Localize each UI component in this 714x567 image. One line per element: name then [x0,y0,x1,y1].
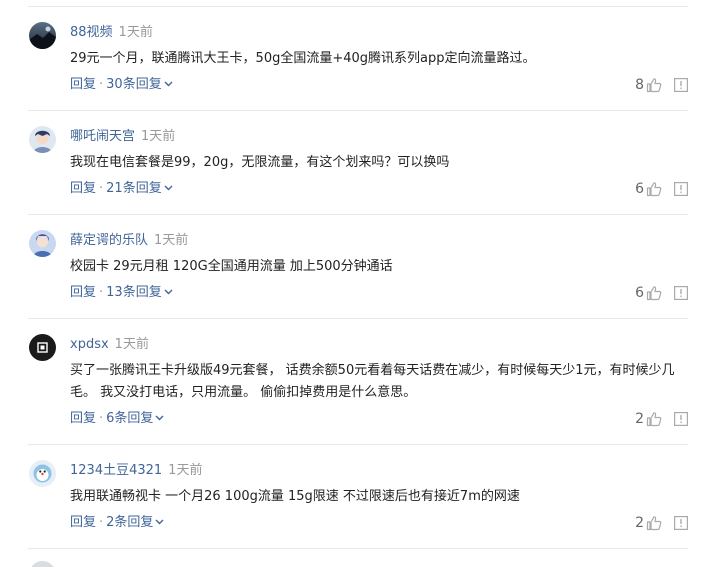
avatar[interactable] [29,460,56,487]
comment-header: 1234土豆4321 1天前 [70,462,202,480]
comment-time: 1天前 [118,25,153,40]
view-replies-button[interactable]: 13条回复 [106,285,173,300]
comment-text: 29元一个月，联通腾讯大王卡，50g全国流量+40g腾讯系列app定向流量路过。 [70,51,536,66]
comment-time: 1天前 [114,337,149,352]
reply-button[interactable]: 回复 [70,515,96,530]
like-count: 8 [635,77,644,93]
chevron-down-icon [164,185,173,191]
replies-count-label: 2条回复 [106,515,154,530]
comment-text: 买了一张腾讯王卡升级版49元套餐， 话费余额50元看着每天话费在减少，有时候每天… [70,363,675,400]
chevron-down-icon [155,415,164,421]
report-icon[interactable] [674,412,688,426]
divider [28,548,688,549]
view-replies-button[interactable]: 30条回复 [106,77,173,92]
thumbs-up-icon[interactable] [646,181,662,197]
comment-actions: 回复 · 6条回复 [70,410,164,428]
comment-header: 88视频 1天前 [70,24,153,42]
reply-button[interactable]: 回复 [70,77,96,92]
reply-button[interactable]: 回复 [70,181,96,196]
avatar[interactable] [29,126,56,153]
comment-item: xpdsx 1天前 买了一张腾讯王卡升级版49元套餐， 话费余额50元看着每天话费… [0,319,714,445]
avatar[interactable] [29,22,56,49]
comment-header: 薛定谔的乐队 1天前 [70,232,188,250]
reply-button[interactable]: 回复 [70,285,96,300]
username-link[interactable]: 薛定谔的乐队 [70,233,148,248]
reply-button[interactable]: 回复 [70,411,96,426]
like-count: 2 [635,411,644,427]
comment-item: 1234土豆4321 1天前 我用联通畅视卡 一个月26 100g流量 15g限速… [0,445,714,549]
comment-time: 1天前 [141,129,176,144]
username-link[interactable]: xpdsx [70,337,109,352]
comment-time: 1天前 [168,463,203,478]
separator-dot: · [99,411,104,426]
comment-actions: 回复 · 21条回复 [70,180,173,198]
chevron-down-icon [164,81,173,87]
comment-tools: 6 [635,180,688,198]
like-count: 6 [635,285,644,301]
comment-actions: 回复 · 30条回复 [70,76,173,94]
separator-dot: · [99,181,104,196]
comment-item: 88视频 1天前 29元一个月，联通腾讯大王卡，50g全国流量+40g腾讯系列ap… [0,7,714,111]
comment-tools: 2 [635,514,688,532]
comment-tools: 2 [635,410,688,428]
separator-dot: · [99,77,104,92]
replies-count-label: 21条回复 [106,181,162,196]
report-icon[interactable] [674,286,688,300]
separator-dot: · [99,515,104,530]
avatar[interactable] [29,230,56,257]
like-count: 2 [635,515,644,531]
comment-actions: 回复 · 13条回复 [70,284,173,302]
thumbs-up-icon[interactable] [646,77,662,93]
username-link[interactable]: 88视频 [70,25,113,40]
comment-header: xpdsx 1天前 [70,336,149,354]
avatar[interactable] [29,334,56,361]
comment-text: 我用联通畅视卡 一个月26 100g流量 15g限速 不过限速后也有接近7m的网… [70,489,520,504]
comment-text: 我现在电信套餐是99，20g，无限流量，有这个划来吗？可以换吗 [70,155,450,170]
view-replies-button[interactable]: 6条回复 [106,411,164,426]
thumbs-up-icon[interactable] [646,411,662,427]
replies-count-label: 30条回复 [106,77,162,92]
comment-tools: 6 [635,284,688,302]
replies-count-label: 13条回复 [106,285,162,300]
comment-item: 哪吒闹天宫 1天前 我现在电信套餐是99，20g，无限流量，有这个划来吗？可以换吗… [0,111,714,215]
username-link[interactable]: 1234土豆4321 [70,463,162,478]
thumbs-up-icon[interactable] [646,515,662,531]
report-icon[interactable] [674,182,688,196]
comment-tools: 8 [635,76,688,94]
comment-header: 哪吒闹天宫 1天前 [70,128,175,146]
view-replies-button[interactable]: 2条回复 [106,515,164,530]
comment-time: 1天前 [154,233,189,248]
username-link[interactable]: 哪吒闹天宫 [70,129,135,144]
comment-actions: 回复 · 2条回复 [70,514,164,532]
comment-text: 校园卡 29元月租 120G全国通用流量 加上500分钟通话 [70,259,393,274]
chevron-down-icon [164,289,173,295]
next-comment-avatar-partial [29,561,56,567]
separator-dot: · [99,285,104,300]
replies-count-label: 6条回复 [106,411,154,426]
thumbs-up-icon[interactable] [646,285,662,301]
like-count: 6 [635,181,644,197]
report-icon[interactable] [674,78,688,92]
comment-item: 薛定谔的乐队 1天前 校园卡 29元月租 120G全国通用流量 加上500分钟通话… [0,215,714,319]
view-replies-button[interactable]: 21条回复 [106,181,173,196]
chevron-down-icon [155,519,164,525]
report-icon[interactable] [674,516,688,530]
